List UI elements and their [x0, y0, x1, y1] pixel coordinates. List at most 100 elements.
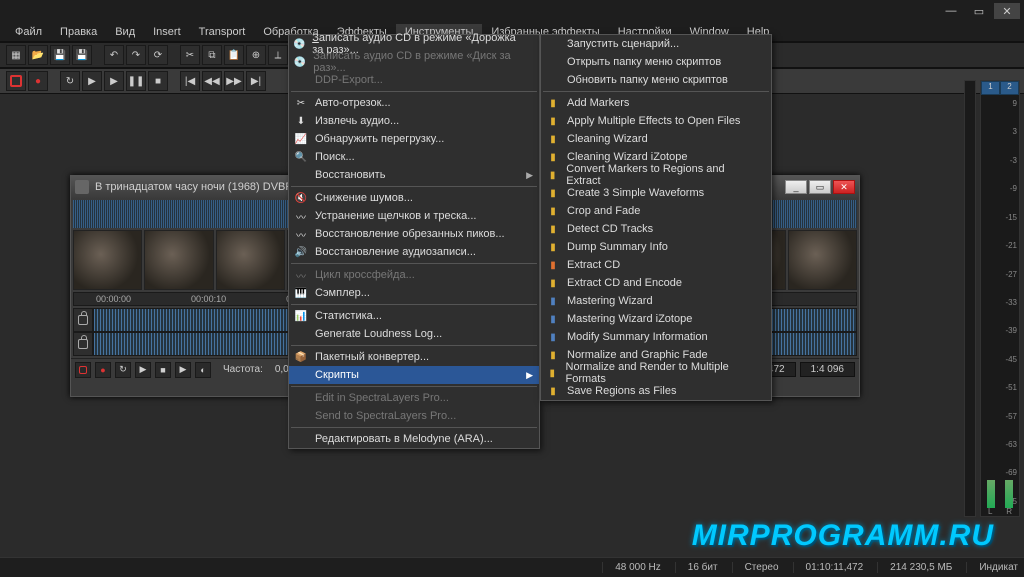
- editor-close-button[interactable]: ✕: [833, 180, 855, 194]
- menu-item[interactable]: ▮Normalize and Render to Multiple Format…: [541, 364, 771, 382]
- menu-insert[interactable]: Insert: [144, 24, 190, 40]
- open-button[interactable]: 📂: [28, 45, 48, 65]
- menu-item-icon: [293, 431, 309, 447]
- menu-item[interactable]: 〰Устранение щелчков и треска...: [289, 207, 539, 225]
- menu-item[interactable]: ▮Extract CD: [541, 256, 771, 274]
- mini-play2[interactable]: ▶: [175, 362, 191, 378]
- menu-item[interactable]: ▮Create 3 Simple Waveforms: [541, 184, 771, 202]
- menu-item-label: Восстановление аудиозаписи...: [315, 246, 476, 258]
- lock-icon[interactable]: [73, 332, 93, 356]
- menu-item[interactable]: ▮Modify Summary Information: [541, 328, 771, 346]
- menu-item[interactable]: ▮Crop and Fade: [541, 202, 771, 220]
- menu-item[interactable]: Запустить сценарий...: [541, 35, 771, 53]
- menu-item[interactable]: ⬇Извлечь аудио...: [289, 112, 539, 130]
- menu-вид[interactable]: Вид: [106, 24, 144, 40]
- timecode-sel[interactable]: 1:4 096: [800, 362, 855, 377]
- menu-item[interactable]: ▮Convert Markers to Regions and Extract: [541, 166, 771, 184]
- mini-scrub[interactable]: ◐: [195, 362, 211, 378]
- paste-button[interactable]: 📋: [224, 45, 244, 65]
- menu-item-icon: [293, 72, 309, 88]
- go-start-button[interactable]: |◀: [180, 71, 200, 91]
- mini-play[interactable]: ▶: [135, 362, 151, 378]
- minimize-button[interactable]: —: [938, 3, 964, 19]
- menu-item[interactable]: 🔇Снижение шумов...: [289, 189, 539, 207]
- menu-item-icon: 💿: [293, 54, 307, 70]
- menu-item-icon: [545, 54, 561, 70]
- mini-stop[interactable]: ■: [155, 362, 171, 378]
- menu-item[interactable]: ▮Save Regions as Files: [541, 382, 771, 400]
- meter-panel-narrow[interactable]: [964, 80, 976, 517]
- undo-button[interactable]: ↶: [104, 45, 124, 65]
- copy-button[interactable]: ⧉: [202, 45, 222, 65]
- menu-item[interactable]: 🎹Сэмплер...: [289, 284, 539, 302]
- repeat-button[interactable]: ⟳: [148, 45, 168, 65]
- rewind-button[interactable]: ◀◀: [202, 71, 222, 91]
- meter-scale: 93-3-9-15-21-27-33-39-45-51-57-63-69-75: [983, 99, 1017, 506]
- menu-item[interactable]: ✂Авто-отрезок...: [289, 94, 539, 112]
- new-button[interactable]: ▦: [6, 45, 26, 65]
- meter-ch: 2: [1000, 81, 1019, 95]
- loop-play-button[interactable]: ↻: [60, 71, 80, 91]
- meter-panel[interactable]: 1 2 93-3-9-15-21-27-33-39-45-51-57-63-69…: [980, 80, 1020, 517]
- stop-button[interactable]: ■: [148, 71, 168, 91]
- save-button[interactable]: 💾: [50, 45, 70, 65]
- editor-maximize-button[interactable]: ▭: [809, 180, 831, 194]
- menu-item[interactable]: Редактировать в Melodyne (ARA)...: [289, 430, 539, 448]
- thumb: [144, 230, 213, 290]
- lock-icon[interactable]: [73, 308, 93, 332]
- play-button[interactable]: ▶: [82, 71, 102, 91]
- menu-item[interactable]: 📊Статистика...: [289, 307, 539, 325]
- pause-button[interactable]: ❚❚: [126, 71, 146, 91]
- redo-button[interactable]: ↷: [126, 45, 146, 65]
- mini-record[interactable]: ●: [95, 362, 111, 378]
- menu-item-icon: 📦: [293, 349, 309, 365]
- menu-item-icon: ▮: [545, 347, 561, 363]
- menu-item-icon: 〰: [293, 226, 309, 242]
- mini-record-arm[interactable]: [75, 362, 91, 378]
- menu-item-icon: 〰: [293, 267, 309, 283]
- submenu-arrow-icon: ▶: [526, 370, 533, 381]
- cut-button[interactable]: ✂: [180, 45, 200, 65]
- menu-item-label: Create 3 Simple Waveforms: [567, 187, 704, 199]
- menu-item-icon: ▮: [545, 311, 561, 327]
- maximize-button[interactable]: ▭: [966, 3, 992, 19]
- menu-item[interactable]: ▮Detect CD Tracks: [541, 220, 771, 238]
- menu-item[interactable]: ▮Extract CD and Encode: [541, 274, 771, 292]
- menu-item[interactable]: ▮Apply Multiple Effects to Open Files: [541, 112, 771, 130]
- menu-item[interactable]: ▮Cleaning Wizard: [541, 130, 771, 148]
- menu-item[interactable]: Обновить папку меню скриптов: [541, 71, 771, 89]
- menu-правка[interactable]: Правка: [51, 24, 106, 40]
- menu-item-icon: 🔊: [293, 244, 309, 260]
- close-button[interactable]: ✕: [994, 3, 1020, 19]
- status-samplerate: 48 000 Hz: [602, 562, 661, 573]
- go-end-button[interactable]: ▶|: [246, 71, 266, 91]
- menu-item[interactable]: ▮Dump Summary Info: [541, 238, 771, 256]
- menu-item[interactable]: Generate Loudness Log...: [289, 325, 539, 343]
- menu-item[interactable]: ▮Add Markers: [541, 94, 771, 112]
- menu-item[interactable]: Открыть папку меню скриптов: [541, 53, 771, 71]
- mini-loop[interactable]: ↻: [115, 362, 131, 378]
- menu-transport[interactable]: Transport: [190, 24, 255, 40]
- record-button[interactable]: ●: [28, 71, 48, 91]
- menu-item[interactable]: Восстановить▶: [289, 166, 539, 184]
- menu-item[interactable]: 🔊 Восстановление аудиозаписи...: [289, 243, 539, 261]
- menu-item-label: Статистика...: [315, 310, 382, 322]
- save-as-button[interactable]: 💾: [72, 45, 92, 65]
- menu-item[interactable]: Скрипты▶: [289, 366, 539, 384]
- menu-item[interactable]: 〰Восстановление обрезанных пиков...: [289, 225, 539, 243]
- menu-item[interactable]: ▮Mastering Wizard iZotope: [541, 310, 771, 328]
- menu-файл[interactable]: Файл: [6, 24, 51, 40]
- status-indicator: Индикат: [966, 562, 1018, 573]
- mix-button[interactable]: ⊕: [246, 45, 266, 65]
- menu-item[interactable]: 🔍Поиск...: [289, 148, 539, 166]
- menu-item[interactable]: 📈Обнаружить перегрузку...: [289, 130, 539, 148]
- menu-item-icon: ⬇: [293, 113, 309, 129]
- menu-item[interactable]: 📦Пакетный конвертер...: [289, 348, 539, 366]
- menu-item[interactable]: ▮Mastering Wizard: [541, 292, 771, 310]
- forward-button[interactable]: ▶▶: [224, 71, 244, 91]
- menu-item-icon: ▮: [545, 275, 561, 291]
- play-all-button[interactable]: ▶: [104, 71, 124, 91]
- record-arm-button[interactable]: [6, 71, 26, 91]
- trim-button[interactable]: ⟂: [268, 45, 288, 65]
- editor-minimize-button[interactable]: _: [785, 180, 807, 194]
